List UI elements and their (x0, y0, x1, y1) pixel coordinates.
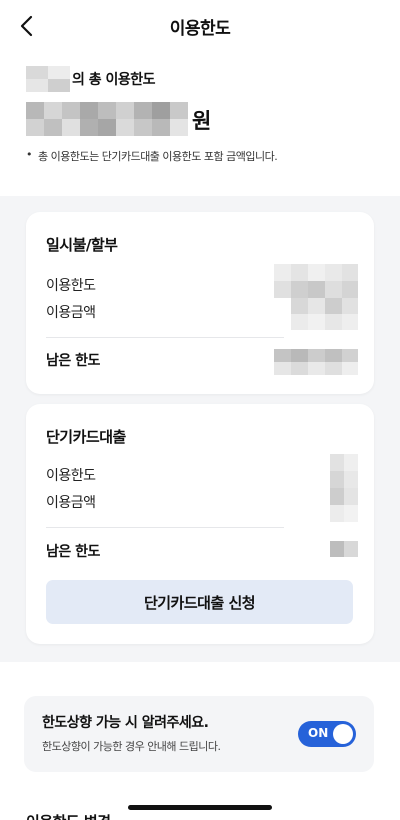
installment-used-label: 이용금액 (46, 305, 96, 321)
notify-title: 한도상향 가능 시 알려주세요. (42, 715, 209, 731)
limit-note: • 총 이용한도는 단기카드대출 이용한도 포함 금액입니다. (26, 148, 376, 164)
total-limit-summary: 의 총 이용한도 원 • 총 이용한도는 단기카드대출 이용한도 포함 금액입니… (26, 66, 376, 164)
masked-total-amount (26, 102, 188, 136)
notify-subtitle: 한도상향이 가능한 경우 안내해 드립니다. (42, 740, 221, 753)
total-limit-label: 의 총 이용한도 (72, 72, 156, 88)
limit-increase-notify-card: 한도상향 가능 시 알려주세요. 한도상향이 가능한 경우 안내해 드립니다. … (24, 696, 374, 772)
notify-toggle[interactable]: ON (298, 721, 356, 747)
masked-installment-remaining (274, 349, 358, 375)
cash-advance-apply-button[interactable]: 단기카드대출 신청 (46, 580, 353, 624)
cash-remaining-label: 남은 한도 (46, 544, 100, 560)
installment-limit-card: 일시불/할부 이용한도 이용금액 남은 한도 (26, 212, 374, 394)
limit-change-heading[interactable]: 이용한도 변경 (26, 811, 111, 820)
toggle-label: ON (308, 726, 329, 740)
masked-user-name (26, 66, 70, 92)
currency-unit: 원 (192, 109, 212, 133)
masked-cash-values (330, 454, 358, 522)
toggle-knob (333, 724, 353, 744)
installment-card-title: 일시불/할부 (46, 236, 118, 254)
page-title: 이용한도 (169, 19, 231, 39)
masked-cash-remaining (330, 541, 358, 557)
header: 이용한도 (0, 0, 400, 52)
masked-installment-values (274, 264, 358, 330)
note-bullet: • (26, 148, 33, 161)
cash-limit-label: 이용한도 (46, 468, 96, 484)
cash-advance-limit-card: 단기카드대출 이용한도 이용금액 남은 한도 단기카드대출 신청 (26, 404, 374, 644)
screen: 이용한도 의 총 이용한도 원 • 총 이용한도는 단기카드대출 이용한도 포함… (0, 0, 400, 820)
installment-limit-label: 이용한도 (46, 278, 96, 294)
cash-divider (46, 527, 284, 528)
home-indicator (128, 805, 272, 810)
cash-used-label: 이용금액 (46, 495, 96, 511)
note-text: 총 이용한도는 단기카드대출 이용한도 포함 금액입니다. (38, 150, 278, 163)
cash-card-title: 단기카드대출 (46, 428, 126, 446)
installment-remaining-label: 남은 한도 (46, 353, 100, 369)
installment-divider (46, 337, 284, 338)
